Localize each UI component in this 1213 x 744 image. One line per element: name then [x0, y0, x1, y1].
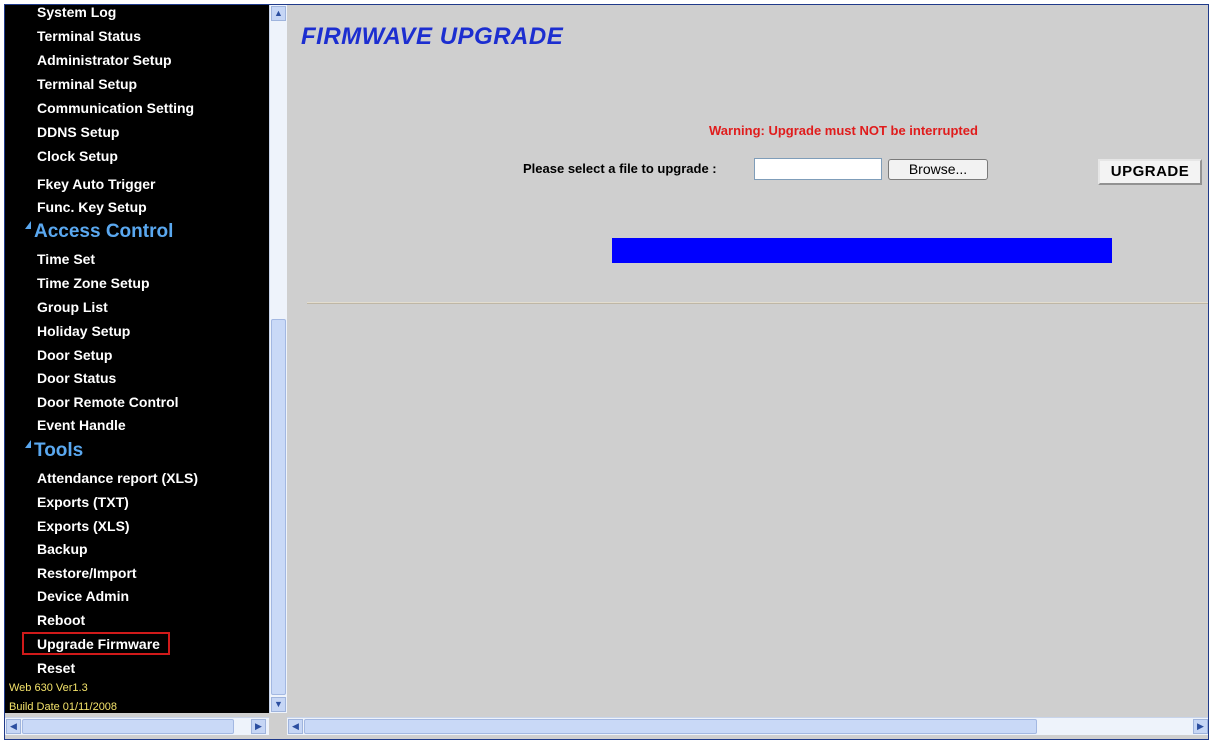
- version-text: Web 630 Ver1.3: [9, 682, 88, 694]
- sidebar-item-system-log[interactable]: System Log: [37, 5, 116, 21]
- divider: [307, 302, 1208, 304]
- sidebar-item-fkey-auto-trigger[interactable]: Fkey Auto Trigger: [37, 175, 156, 193]
- file-select-label: Please select a file to upgrade :: [523, 161, 717, 176]
- chevron-right-icon[interactable]: ▶: [1193, 719, 1208, 734]
- section-tools-label: Tools: [34, 440, 84, 461]
- main-horizontal-scrollbar[interactable]: ◀ ▶: [287, 717, 1208, 735]
- upgrade-progress-bar: [612, 238, 1112, 263]
- sidebar-item-terminal-status[interactable]: Terminal Status: [37, 27, 141, 45]
- sidebar-item-restore-import[interactable]: Restore/Import: [37, 564, 137, 582]
- upgrade-button[interactable]: UPGRADE: [1098, 159, 1202, 185]
- sidebar-horizontal-scrollbar[interactable]: ◀ ▶: [5, 717, 269, 735]
- sidebar-item-holiday-setup[interactable]: Holiday Setup: [37, 322, 130, 340]
- section-tools: Tools: [25, 440, 83, 462]
- sidebar-item-upgrade-firmware[interactable]: Upgrade Firmware: [37, 635, 160, 653]
- sidebar-item-ddns-setup[interactable]: DDNS Setup: [37, 123, 119, 141]
- sidebar-hscroll-thumb[interactable]: [22, 719, 234, 734]
- file-path-input[interactable]: [754, 158, 882, 180]
- browse-button[interactable]: Browse...: [888, 159, 988, 180]
- page-title: FIRMWAVE UPGRADE: [301, 23, 564, 50]
- upgrade-progress-fill: [612, 238, 1112, 263]
- warning-message: Warning: Upgrade must NOT be interrupted: [709, 123, 978, 138]
- sidebar-item-group-list[interactable]: Group List: [37, 298, 108, 316]
- section-access-control: Access Control: [25, 221, 173, 243]
- sidebar-item-event-handle[interactable]: Event Handle: [37, 416, 126, 434]
- chevron-left-icon[interactable]: ◀: [6, 719, 21, 734]
- sidebar-item-reboot[interactable]: Reboot: [37, 611, 85, 629]
- sidebar-item-device-admin[interactable]: Device Admin: [37, 587, 129, 605]
- sidebar-item-attendance-report[interactable]: Attendance report (XLS): [37, 469, 198, 487]
- sidebar-item-time-zone-setup[interactable]: Time Zone Setup: [37, 274, 150, 292]
- sidebar-vertical-scrollbar[interactable]: ▲ ▼: [269, 5, 287, 713]
- sidebar-item-func-key-setup[interactable]: Func. Key Setup: [37, 198, 147, 216]
- sidebar-item-administrator-setup[interactable]: Administrator Setup: [37, 51, 172, 69]
- sidebar-nav: System Log Terminal Status Administrator…: [5, 5, 269, 713]
- section-access-control-label: Access Control: [34, 221, 174, 242]
- sidebar-item-terminal-setup[interactable]: Terminal Setup: [37, 75, 137, 93]
- sidebar-item-backup[interactable]: Backup: [37, 540, 88, 558]
- build-date-text: Build Date 01/11/2008: [9, 701, 118, 713]
- sidebar-item-door-status[interactable]: Door Status: [37, 369, 116, 387]
- sidebar-item-clock-setup[interactable]: Clock Setup: [37, 147, 118, 165]
- triangle-icon: [25, 440, 31, 448]
- chevron-right-icon[interactable]: ▶: [251, 719, 266, 734]
- triangle-icon: [25, 221, 31, 229]
- chevron-up-icon[interactable]: ▲: [271, 6, 286, 21]
- main-hscroll-thumb[interactable]: [304, 719, 1037, 734]
- sidebar-item-exports-xls[interactable]: Exports (XLS): [37, 517, 130, 535]
- sidebar-item-communication-setting[interactable]: Communication Setting: [37, 99, 194, 117]
- browser-frame: System Log Terminal Status Administrator…: [4, 4, 1209, 740]
- chevron-down-icon[interactable]: ▼: [271, 697, 286, 712]
- main-content: FIRMWAVE UPGRADE Warning: Upgrade must N…: [287, 5, 1208, 713]
- sidebar-item-reset[interactable]: Reset: [37, 659, 75, 677]
- sidebar-item-exports-txt[interactable]: Exports (TXT): [37, 493, 129, 511]
- sidebar-item-door-remote-control[interactable]: Door Remote Control: [37, 393, 179, 411]
- sidebar-item-door-setup[interactable]: Door Setup: [37, 346, 112, 364]
- chevron-left-icon[interactable]: ◀: [288, 719, 303, 734]
- sidebar-scroll-thumb[interactable]: [271, 319, 286, 695]
- sidebar-item-time-set[interactable]: Time Set: [37, 250, 95, 268]
